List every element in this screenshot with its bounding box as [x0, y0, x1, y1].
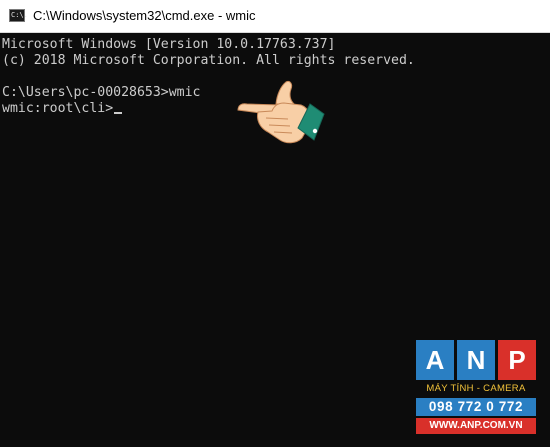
logo-letter-n: N [457, 340, 495, 380]
logo-tagline: MÁY TÍNH - CAMERA [426, 383, 526, 394]
text-cursor [114, 112, 123, 114]
logo-letter-a: A [416, 340, 454, 380]
console-line-prompt[interactable]: wmic:root\cli> [2, 101, 123, 117]
logo-website: WWW.ANP.COM.VN [416, 418, 536, 434]
console-prompt-text: wmic:root\cli> [2, 101, 114, 116]
window-title: C:\Windows\system32\cmd.exe - wmic [33, 8, 256, 23]
console-line-version: Microsoft Windows [Version 10.0.17763.73… [2, 37, 336, 52]
console-line-command: C:\Users\pc-00028653>wmic [2, 85, 201, 100]
pointing-hand-icon [237, 81, 325, 144]
title-bar[interactable]: C:\. C:\Windows\system32\cmd.exe - wmic [0, 0, 550, 33]
cmd-icon-label: C:\. [11, 11, 28, 19]
cmd-icon[interactable]: C:\. [9, 9, 28, 22]
logo-phone: 098 772 0 772 [416, 398, 536, 416]
logo-letter-p: P [498, 340, 536, 380]
anp-watermark-logo: A N P MÁY TÍNH - CAMERA 098 772 0 772 WW… [416, 340, 536, 440]
console-line-copyright: (c) 2018 Microsoft Corporation. All righ… [2, 53, 415, 68]
